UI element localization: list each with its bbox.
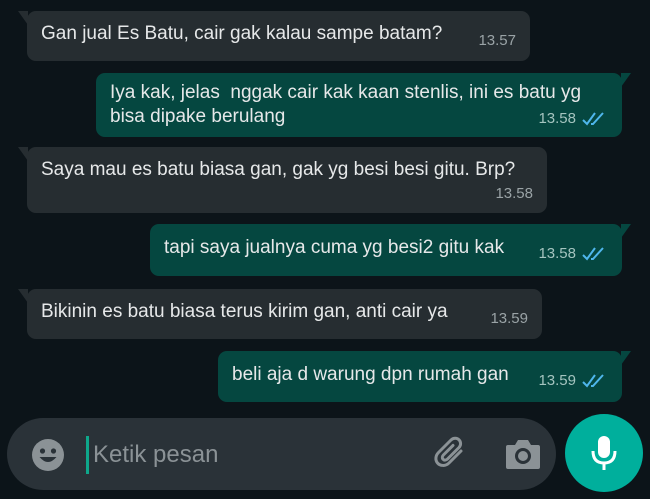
message-meta: 13.58 (495, 182, 533, 206)
message-text: Gan jual Es Batu, cair gak kalau sampe b… (41, 23, 443, 44)
message-meta: 13.59 (490, 307, 528, 331)
message-meta: 13.57 (478, 29, 516, 53)
double-check-read-icon (582, 247, 604, 261)
chat-area: Gan jual Es Batu, cair gak kalau sampe b… (0, 0, 650, 410)
emoji-icon[interactable] (31, 438, 65, 472)
microphone-icon (591, 436, 617, 470)
message-bubble-incoming[interactable]: Bikinin es batu biasa terus kirim gan, a… (18, 289, 542, 339)
message-text: tapi saya jualnya cuma yg besi2 gitu kak (164, 237, 505, 258)
message-meta: 13.59 (538, 369, 608, 393)
message-input[interactable] (91, 432, 415, 478)
paperclip-icon[interactable] (431, 434, 471, 474)
message-bubble-outgoing[interactable]: tapi saya jualnya cuma yg besi2 gitu kak… (150, 224, 631, 276)
message-bubble-incoming[interactable]: Gan jual Es Batu, cair gak kalau sampe b… (18, 11, 530, 61)
double-check-read-icon (582, 112, 604, 126)
message-text: Saya mau es batu biasa gan, gak yg besi … (41, 159, 516, 180)
double-check-read-icon (582, 374, 604, 388)
message-time: 13.57 (478, 32, 516, 49)
message-meta: 13.58 (538, 242, 608, 266)
message-text: Bikinin es batu biasa terus kirim gan, a… (41, 301, 448, 322)
message-time: 13.58 (538, 245, 576, 262)
message-meta: 13.58 (538, 107, 608, 131)
message-text: beli aja d warung dpn rumah gan (232, 364, 509, 385)
message-bubble-outgoing[interactable]: beli aja d warung dpn rumah gan 13.59 (218, 351, 631, 402)
voice-record-button[interactable] (565, 414, 643, 492)
message-bubble-outgoing[interactable]: Iya kak, jelas nggak cair kak kaan stenl… (96, 73, 631, 137)
message-time: 13.59 (490, 310, 528, 327)
message-time: 13.58 (538, 110, 576, 127)
message-time: 13.59 (538, 372, 576, 389)
text-cursor (86, 436, 89, 474)
message-bubble-incoming[interactable]: Saya mau es batu biasa gan, gak yg besi … (18, 147, 547, 213)
message-text: Iya kak, jelas nggak cair kak kaan stenl… (110, 82, 587, 127)
message-composer (7, 418, 556, 490)
message-time: 13.58 (495, 185, 533, 202)
camera-icon[interactable] (504, 437, 542, 471)
